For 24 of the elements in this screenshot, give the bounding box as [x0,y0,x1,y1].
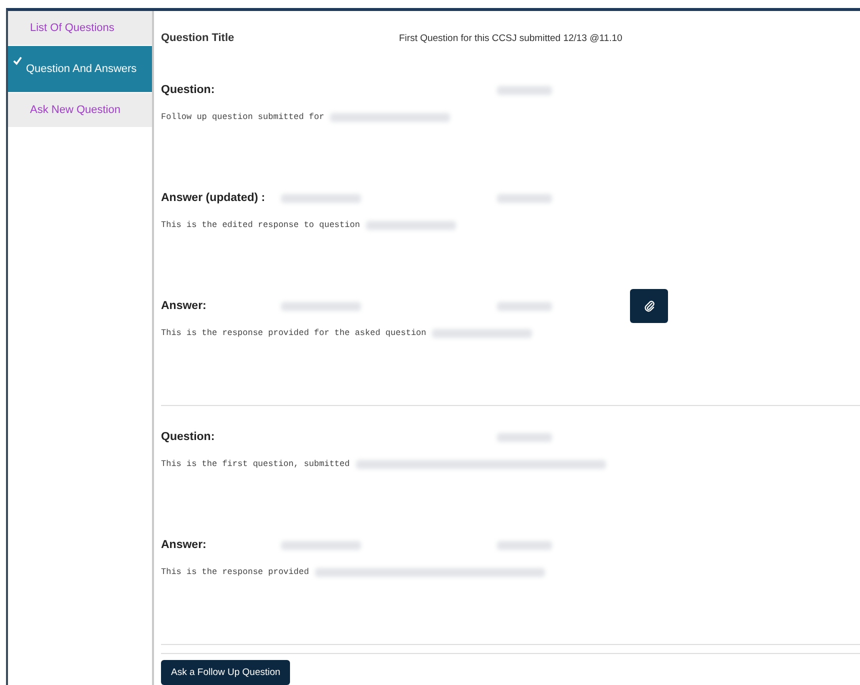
blurred-date [497,432,552,442]
question-label: Question: [161,431,216,443]
blurred-date [497,540,552,550]
question-title: First Question for this CCSJ submitted 12/13 @11.10 [399,32,622,44]
blurred-date [497,194,552,202]
attachment-button[interactable] [630,289,668,323]
answer-text: This is the response provided [161,567,309,577]
sidebar-item[interactable]: Ask New Question [8,93,152,128]
blurred-date [497,86,552,94]
blurred-date [497,302,552,310]
answer-label: Answer: [161,539,208,551]
question-title-label: Question Title [161,32,236,44]
question-label: Question: [161,84,216,96]
sidebar-item[interactable]: List Of Questions [8,11,152,46]
follow-up-button[interactable]: Ask a Follow Up Question [161,660,290,685]
question-text: This is the first question, submitted [161,459,350,469]
answer-label: Answer: [161,300,208,312]
answer-text: This is the edited response to question [161,220,360,230]
question-text: Follow up question submitted for [161,112,324,122]
answer-text: This is the response provided for the asked question [161,328,426,338]
paperclip-icon [642,300,656,312]
sidebar-item[interactable]: Question And Answers [8,46,152,93]
answer-label: Answer (updated) : [161,192,266,204]
check-icon [13,56,22,65]
